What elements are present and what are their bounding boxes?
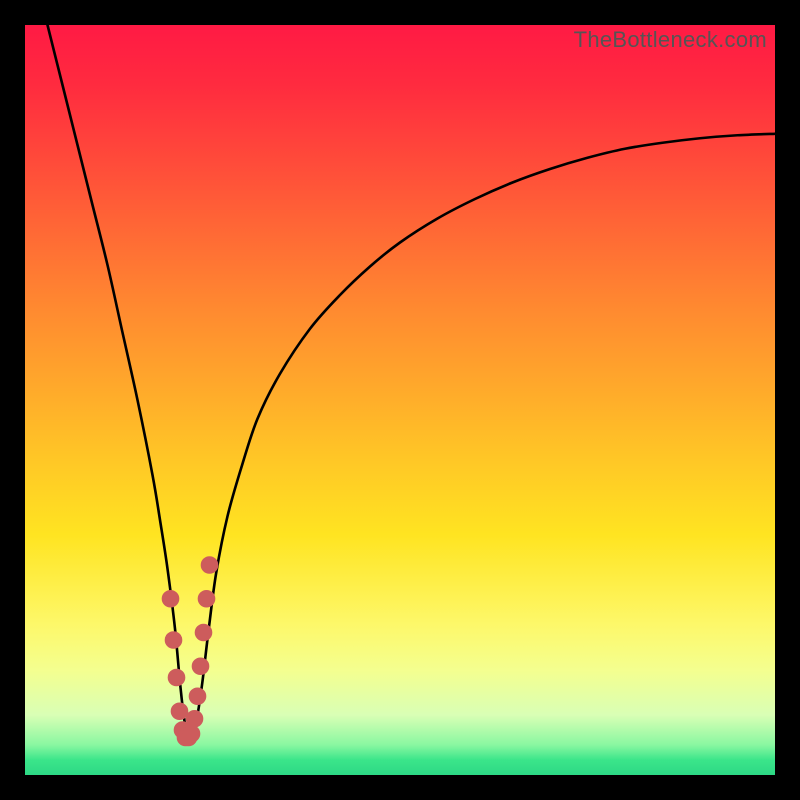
marker-point — [168, 669, 185, 686]
marker-point — [198, 591, 215, 608]
marker-point — [186, 711, 203, 728]
chart-area: TheBottleneck.com — [25, 25, 775, 775]
marker-point — [189, 688, 206, 705]
marker-point — [195, 624, 212, 641]
watermark-text: TheBottleneck.com — [574, 27, 767, 53]
marker-point — [162, 591, 179, 608]
marker-point — [171, 703, 188, 720]
marker-point — [183, 726, 200, 743]
marker-point — [192, 658, 209, 675]
curve-plot — [25, 25, 775, 775]
marker-point — [201, 557, 218, 574]
bottleneck-curve — [48, 25, 776, 738]
marker-point — [165, 632, 182, 649]
